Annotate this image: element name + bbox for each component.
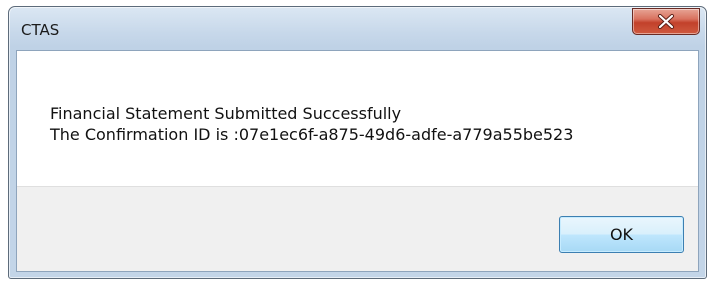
close-button[interactable] [632, 8, 700, 35]
close-icon [658, 14, 674, 29]
message-text: Financial Statement Submitted Successful… [50, 103, 573, 145]
message-line-status: Financial Statement Submitted Successful… [50, 104, 402, 123]
message-line-confirmation-id: The Confirmation ID is :07e1ec6f-a875-49… [50, 125, 574, 144]
message-dialog: CTAS Financial Statement Submitted Succe… [8, 6, 707, 279]
dialog-title: CTAS [21, 21, 60, 39]
button-bar: OK [17, 186, 698, 271]
dialog-content: Financial Statement Submitted Successful… [16, 50, 699, 272]
title-bar[interactable]: CTAS [9, 7, 706, 51]
ok-button[interactable]: OK [559, 216, 684, 253]
